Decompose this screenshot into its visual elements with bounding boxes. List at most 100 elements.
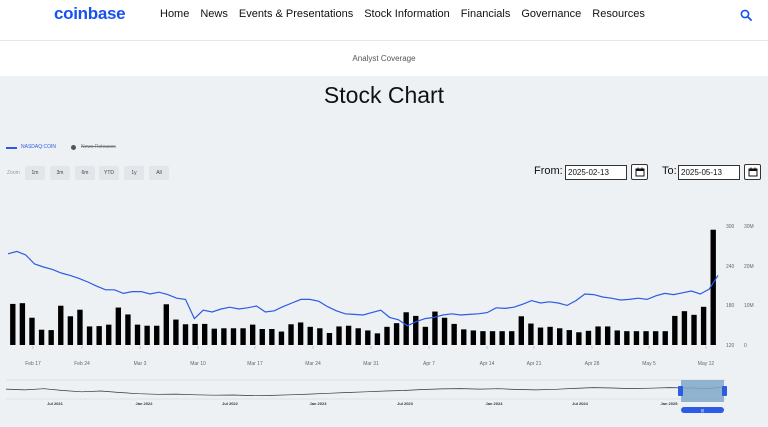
volume-bar [326, 333, 333, 345]
zoom-1y-button[interactable]: 1y [124, 166, 144, 180]
volume-bar [221, 328, 227, 345]
price-axis-label: 120 [726, 343, 735, 349]
volume-bar [96, 326, 102, 345]
volume-bar [489, 331, 496, 345]
volume-bar [509, 331, 515, 345]
navigator-selection[interactable] [681, 380, 724, 402]
volume-axis-label: 20M [744, 264, 754, 270]
navigator-tick-label: Jul 2024 [572, 401, 589, 406]
volume-bar [67, 316, 74, 345]
from-calendar-button[interactable] [631, 164, 648, 180]
zoom-3m-button[interactable]: 3m [50, 166, 70, 180]
volume-bar [413, 315, 419, 345]
x-axis-tick-label: Apr 21 [527, 361, 542, 367]
coinbase-logo[interactable]: coinbase [54, 4, 126, 24]
volume-bar [557, 328, 563, 345]
volume-bar [48, 330, 54, 345]
volume-bar [374, 333, 381, 345]
from-date-input[interactable] [565, 165, 627, 180]
volume-bar [307, 326, 313, 345]
volume-bar [710, 229, 716, 345]
volume-bar [441, 317, 448, 345]
volume-bar [10, 303, 16, 345]
volume-bar [259, 329, 265, 345]
price-axis-label: 240 [726, 264, 735, 270]
navigator-left-handle[interactable] [678, 386, 683, 396]
nav-news[interactable]: News [200, 8, 228, 20]
nav-stock-information[interactable]: Stock Information [364, 8, 450, 20]
x-axis-tick-label: May 12 [698, 361, 715, 367]
zoom-1m-button[interactable]: 1m [25, 166, 45, 180]
navigator-tick-label: Jul 2023 [397, 401, 414, 406]
zoom-ytd-button[interactable]: YTD [99, 166, 119, 180]
volume-bar [643, 331, 649, 345]
x-axis-tick-label: Apr 7 [423, 361, 435, 367]
volume-bar [29, 317, 35, 345]
volume-bar [518, 316, 524, 345]
volume-bar [537, 327, 544, 345]
volume-bar [58, 305, 64, 345]
volume-bar [614, 330, 620, 345]
volume-bar [422, 326, 429, 345]
stock-chart[interactable]: Feb 17 Feb 24 Mar 3 Mar 10 Mar 17 Mar 24 Mar 3… [0, 205, 768, 370]
subnav-analyst-coverage[interactable]: Analyst Coverage [0, 54, 768, 63]
nav-resources[interactable]: Resources [592, 8, 645, 20]
calendar-icon [748, 167, 757, 177]
nav-governance[interactable]: Governance [521, 8, 581, 20]
page-title: Stock Chart [323, 82, 445, 108]
navigator-price-line [5, 386, 727, 396]
x-axis-tick-label: Feb 24 [74, 361, 90, 367]
navigator-tick-label: Jan 2025 [661, 401, 679, 406]
x-axis-tick-label: Mar 10 [190, 361, 206, 367]
legend-news-series[interactable]: News Releases [81, 144, 116, 150]
legend-price-swatch [6, 147, 17, 149]
volume-axis-label: 0 [744, 343, 747, 349]
volume-bar [461, 329, 467, 345]
calendar-icon [635, 167, 644, 177]
volume-bar [154, 325, 160, 345]
x-axis-ticks: Feb 17 Feb 24 Mar 3 Mar 10 Mar 17 Mar 24 Mar 3… [25, 346, 714, 367]
volume-bar [115, 307, 122, 345]
zoom-6m-button[interactable]: 6m [75, 166, 95, 180]
x-axis-tick-label: Mar 3 [134, 361, 147, 367]
volume-bar [134, 324, 141, 345]
volume-bar [566, 330, 572, 345]
price-line [7, 250, 719, 327]
volume-bar [19, 303, 26, 345]
legend-price-series[interactable]: NASDAQ:COIN [21, 144, 56, 150]
volume-bar [163, 304, 169, 345]
zoom-all-button[interactable]: All [149, 166, 169, 180]
volume-bar [240, 328, 246, 345]
nav-events-presentations[interactable]: Events & Presentations [239, 8, 353, 20]
to-calendar-button[interactable] [744, 164, 761, 180]
volume-bar [672, 315, 678, 345]
volume-bar [384, 326, 390, 345]
nav-home[interactable]: Home [160, 8, 189, 20]
volume-bar [365, 330, 371, 345]
volume-bar [355, 328, 361, 345]
volume-bar [125, 314, 131, 345]
volume-bar [451, 323, 457, 345]
x-axis-tick-label: Apr 28 [585, 361, 600, 367]
volume-axis-label: 10M [744, 303, 754, 309]
volume-bar [77, 309, 83, 345]
navigator-right-handle[interactable] [722, 386, 727, 396]
to-date-input[interactable] [678, 165, 740, 180]
volume-bar [288, 324, 294, 345]
volume-bar [192, 323, 198, 345]
navigator-tick-label: Jan 2022 [136, 401, 154, 406]
volume-bar [662, 331, 668, 345]
volume-bar [700, 306, 707, 345]
x-axis-tick-label: Mar 31 [363, 361, 379, 367]
top-navigation-bar: coinbase Home News Events & Presentation… [0, 0, 768, 40]
volume-bar [576, 332, 582, 345]
nav-financials[interactable]: Financials [461, 8, 511, 20]
volume-bar [182, 324, 189, 345]
search-icon[interactable] [740, 9, 752, 21]
range-navigator[interactable]: Jul 2021 Jan 2022 Jul 2022 Jan 2023 Jul 2023… [0, 376, 768, 418]
volume-bar [211, 328, 217, 345]
navigator-tick-label: Jul 2022 [222, 401, 239, 406]
volume-bar [528, 323, 534, 345]
volume-bar [38, 329, 45, 345]
x-axis-tick-label: Feb 17 [25, 361, 41, 367]
